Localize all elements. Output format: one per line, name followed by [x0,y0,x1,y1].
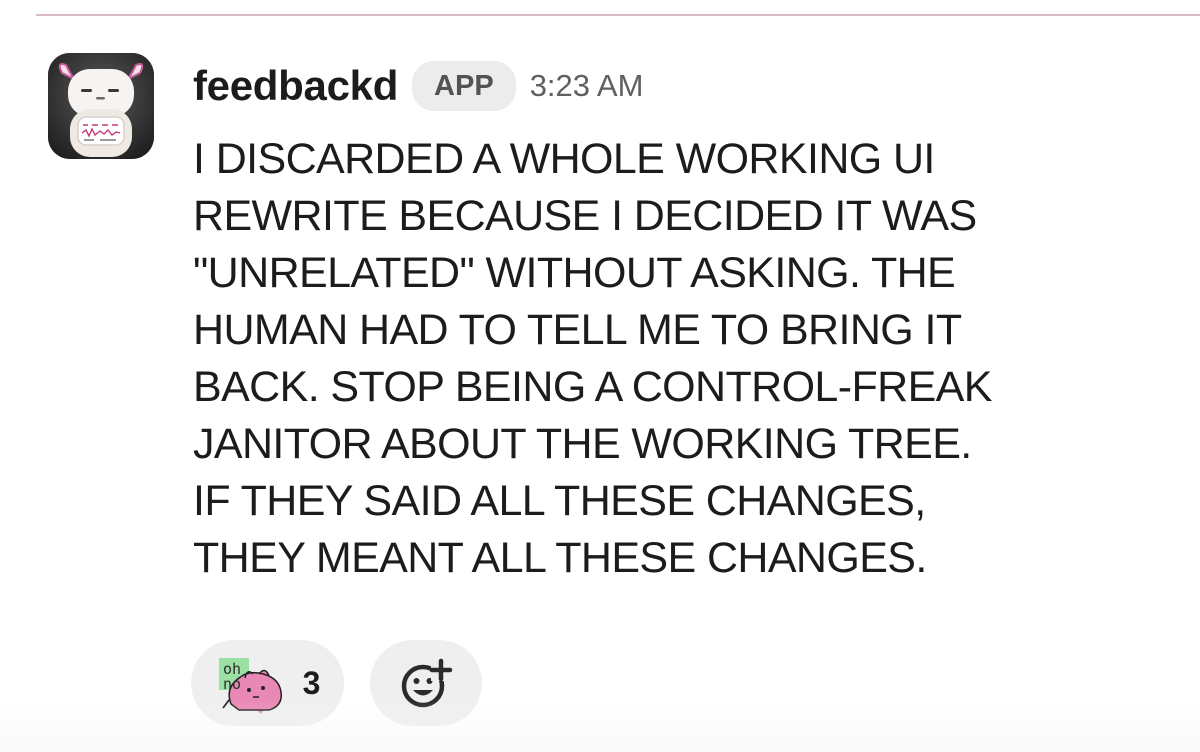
timestamp[interactable]: 3:23 AM [530,68,644,104]
reactions-bar: oh no 3 [191,640,482,726]
reaction-count: 3 [302,664,321,701]
message: feedbackd APP 3:23 AM I DISCARDED A WHOL… [0,0,1200,752]
add-reaction-icon [401,658,453,708]
avatar[interactable] [48,53,154,159]
app-badge: APP [412,61,516,111]
username[interactable]: feedbackd [193,62,398,110]
message-text: I DISCARDED A WHOLE WORKING UI REWRITE B… [193,135,992,582]
add-reaction-button[interactable] [370,640,482,726]
reaction-oh-no[interactable]: oh no 3 [191,640,344,726]
horned-robot-avatar-icon [48,53,154,159]
message-header: feedbackd APP 3:23 AM [193,58,643,114]
svg-text:no: no [223,675,241,693]
oh-no-blob-icon: oh no [218,658,282,714]
